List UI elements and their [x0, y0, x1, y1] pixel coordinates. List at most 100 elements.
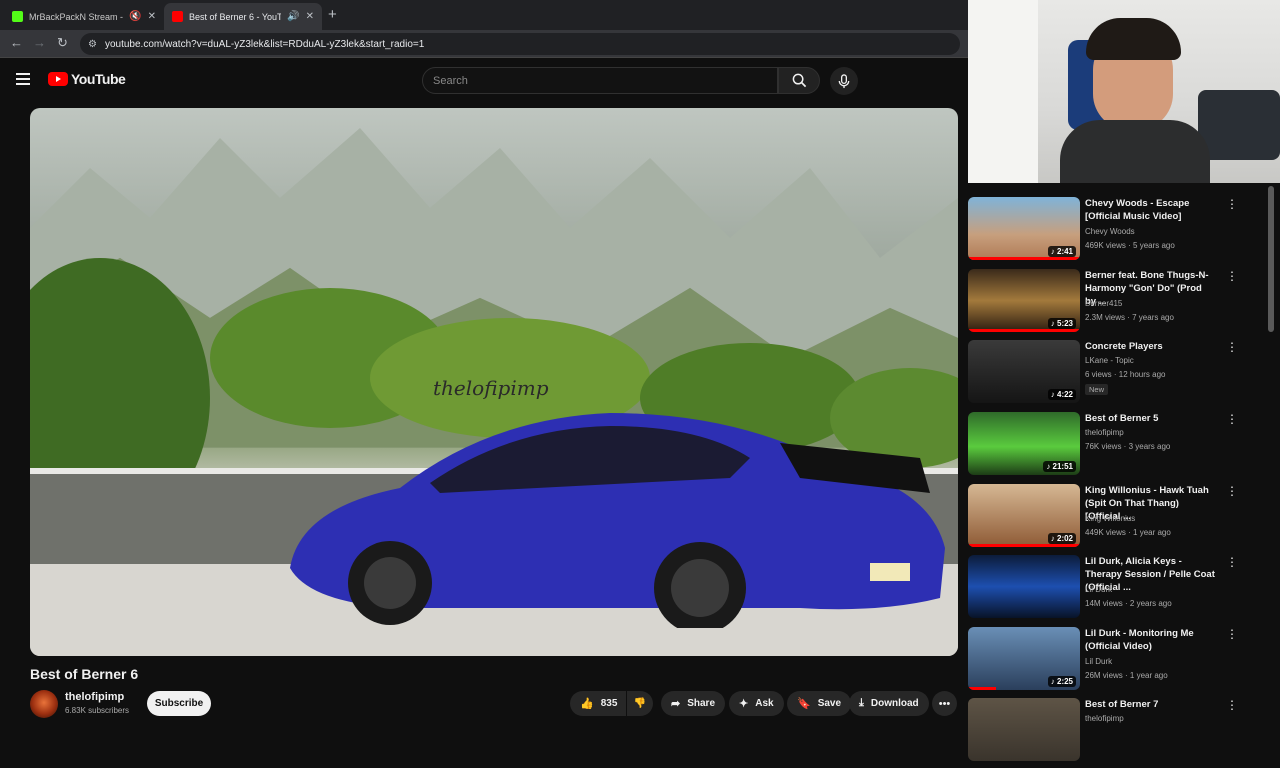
- dislike-button[interactable]: 👎: [627, 691, 653, 716]
- more-options-icon[interactable]: ⋮: [1226, 197, 1238, 211]
- recommendation-channel[interactable]: Berner415: [1085, 299, 1122, 308]
- video-thumbnail[interactable]: ♪ 21:51: [968, 412, 1080, 475]
- duration-badge: ♪ 2:41: [1047, 246, 1076, 257]
- more-options-icon[interactable]: ⋮: [1226, 698, 1238, 712]
- more-actions-button[interactable]: •••: [932, 691, 957, 716]
- recommendation-title[interactable]: Concrete Players: [1085, 340, 1215, 353]
- ask-button[interactable]: ✦ Ask: [729, 691, 784, 716]
- more-options-icon[interactable]: ⋮: [1226, 627, 1238, 641]
- youtube-logo[interactable]: YouTube: [48, 71, 126, 87]
- recommendation-item[interactable]: ♪ 2:41 Chevy Woods - Escape [Official Mus…: [968, 197, 1268, 267]
- video-thumbnail[interactable]: ♪ 4:22: [968, 340, 1080, 403]
- new-badge: New: [1085, 384, 1109, 395]
- channel-avatar[interactable]: [30, 690, 58, 718]
- video-player[interactable]: thelofipimp: [30, 108, 958, 656]
- recommendation-title[interactable]: Chevy Woods - Escape [Official Music Vid…: [1085, 197, 1215, 223]
- duration-badge: ♪ 2:25: [1047, 676, 1076, 687]
- recommendation-channel[interactable]: Chevy Woods: [1085, 227, 1135, 236]
- video-thumbnail[interactable]: ♪ 2:25: [968, 627, 1080, 690]
- search-input[interactable]: [422, 67, 778, 94]
- video-thumbnail[interactable]: [968, 555, 1080, 618]
- save-button[interactable]: 🔖 Save: [787, 691, 852, 716]
- watch-progress-bar: [968, 544, 1080, 547]
- reload-icon[interactable]: ↻: [57, 35, 68, 51]
- video-thumbnail[interactable]: ♪ 2:41: [968, 197, 1080, 260]
- muted-audio-icon[interactable]: 🔇: [129, 11, 141, 22]
- channel-name[interactable]: thelofipimp: [65, 691, 124, 703]
- recommendation-item[interactable]: ♪ 2:02 King Willonius - Hawk Tuah (Spit O…: [968, 484, 1268, 554]
- more-options-icon[interactable]: ⋮: [1226, 340, 1238, 354]
- scrollbar-thumb[interactable]: [1268, 186, 1274, 332]
- more-options-icon[interactable]: ⋮: [1226, 269, 1238, 283]
- voice-search-button[interactable]: [830, 67, 858, 95]
- recommendation-meta: 76K views · 3 years ago: [1085, 442, 1171, 451]
- tab-youtube[interactable]: Best of Berner 6 - YouTube 🔊 ✕: [164, 3, 322, 30]
- recommendation-title[interactable]: Best of Berner 5: [1085, 412, 1215, 425]
- more-options-icon[interactable]: ⋮: [1226, 412, 1238, 426]
- search-button[interactable]: [778, 67, 820, 94]
- close-tab-icon[interactable]: ✕: [148, 11, 156, 22]
- recommendation-title[interactable]: Lil Durk - Monitoring Me (Official Video…: [1085, 627, 1215, 653]
- new-tab-button[interactable]: +: [328, 6, 337, 23]
- site-info-icon[interactable]: ⚙: [88, 39, 97, 50]
- watch-progress-bar: [968, 329, 1080, 332]
- bookmark-icon: 🔖: [797, 698, 811, 710]
- duration-badge: ♪ 2:02: [1047, 533, 1076, 544]
- duration-badge: ♪ 4:22: [1047, 389, 1076, 400]
- share-arrow-icon: ➦: [671, 698, 681, 710]
- recommendation-channel[interactable]: Lil Durk: [1085, 657, 1112, 666]
- microphone-icon: [838, 73, 850, 88]
- video-title: Best of Berner 6: [30, 666, 139, 682]
- share-button[interactable]: ➦ Share: [661, 691, 726, 716]
- recommendation-item[interactable]: Best of Berner 7 thelofipimp ⋮: [968, 698, 1268, 768]
- hamburger-menu-icon[interactable]: [16, 73, 30, 85]
- window-light: [968, 0, 1038, 183]
- backpack: [1198, 90, 1280, 160]
- browser-tab-bar: MrBackPackN Stream - Wa 🔇 ✕ Best of Bern…: [0, 0, 968, 30]
- ask-label: Ask: [755, 698, 774, 709]
- video-thumbnail[interactable]: ♪ 5:23: [968, 269, 1080, 332]
- recommendation-title[interactable]: Best of Berner 7: [1085, 698, 1215, 711]
- forward-arrow-icon[interactable]: →: [33, 35, 46, 50]
- watch-progress-bar: [968, 687, 996, 690]
- subscribe-button[interactable]: Subscribe: [147, 691, 211, 716]
- blue-car-illustration: [290, 413, 945, 628]
- video-watermark: thelofipimp: [433, 376, 549, 400]
- subscriber-count: 6.83K subscribers: [65, 706, 130, 715]
- url-text: youtube.com/watch?v=duAL-yZ3lek&list=RDd…: [104, 38, 425, 50]
- like-button[interactable]: 👍 835: [570, 691, 626, 716]
- more-options-icon[interactable]: ⋮: [1226, 555, 1238, 569]
- more-horizontal-icon: •••: [938, 697, 951, 710]
- video-thumbnail[interactable]: [968, 698, 1080, 761]
- search-icon: [792, 73, 806, 88]
- recommendation-meta: 2.3M views · 7 years ago: [1085, 313, 1174, 322]
- kick-favicon-icon: [12, 11, 23, 22]
- recommendation-channel[interactable]: Lil Durk: [1085, 585, 1112, 594]
- recommendation-item[interactable]: ♪ 2:25 Lil Durk - Monitoring Me (Official…: [968, 627, 1268, 697]
- streamer-shirt: [1060, 120, 1210, 183]
- video-thumbnail[interactable]: ♪ 2:02: [968, 484, 1080, 547]
- streamer-hair: [1086, 18, 1181, 60]
- url-field[interactable]: ⚙ youtube.com/watch?v=duAL-yZ3lek&list=R…: [80, 33, 960, 55]
- recommendation-channel[interactable]: LKane - Topic: [1085, 356, 1134, 365]
- recommendation-item[interactable]: ♪ 4:22 Concrete Players LKane - Topic 6 vie…: [968, 340, 1268, 410]
- more-options-icon[interactable]: ⋮: [1226, 484, 1238, 498]
- recommendation-item[interactable]: ♪ 5:23 Berner feat. Bone Thugs-N-Harmony …: [968, 269, 1268, 339]
- thumbs-up-icon: 👍: [580, 698, 594, 710]
- recommendation-item[interactable]: Lil Durk, Alicia Keys - Therapy Session …: [968, 555, 1268, 625]
- recommendation-channel[interactable]: thelofipimp: [1085, 428, 1124, 437]
- audio-playing-icon[interactable]: 🔊: [287, 11, 299, 22]
- share-label: Share: [687, 698, 716, 709]
- recommendation-meta: 449K views · 1 year ago: [1085, 528, 1171, 537]
- sparkle-icon: ✦: [739, 698, 749, 710]
- address-bar-row: ← → ↻ ⚙ youtube.com/watch?v=duAL-yZ3lek&…: [0, 30, 968, 58]
- close-tab-icon[interactable]: ✕: [306, 11, 314, 22]
- recommendation-channel[interactable]: King Willonius: [1085, 514, 1135, 523]
- tab-kick-stream[interactable]: MrBackPackN Stream - Wa 🔇 ✕: [4, 3, 164, 30]
- download-button[interactable]: ⤓ Download: [849, 691, 929, 716]
- recommendation-meta: 469K views · 5 years ago: [1085, 241, 1175, 250]
- download-icon: ⤓: [859, 697, 864, 709]
- recommendation-channel[interactable]: thelofipimp: [1085, 714, 1124, 723]
- recommendation-item[interactable]: ♪ 21:51 Best of Berner 5 thelofipimp 76K vi…: [968, 412, 1268, 482]
- back-arrow-icon[interactable]: ←: [10, 35, 23, 50]
